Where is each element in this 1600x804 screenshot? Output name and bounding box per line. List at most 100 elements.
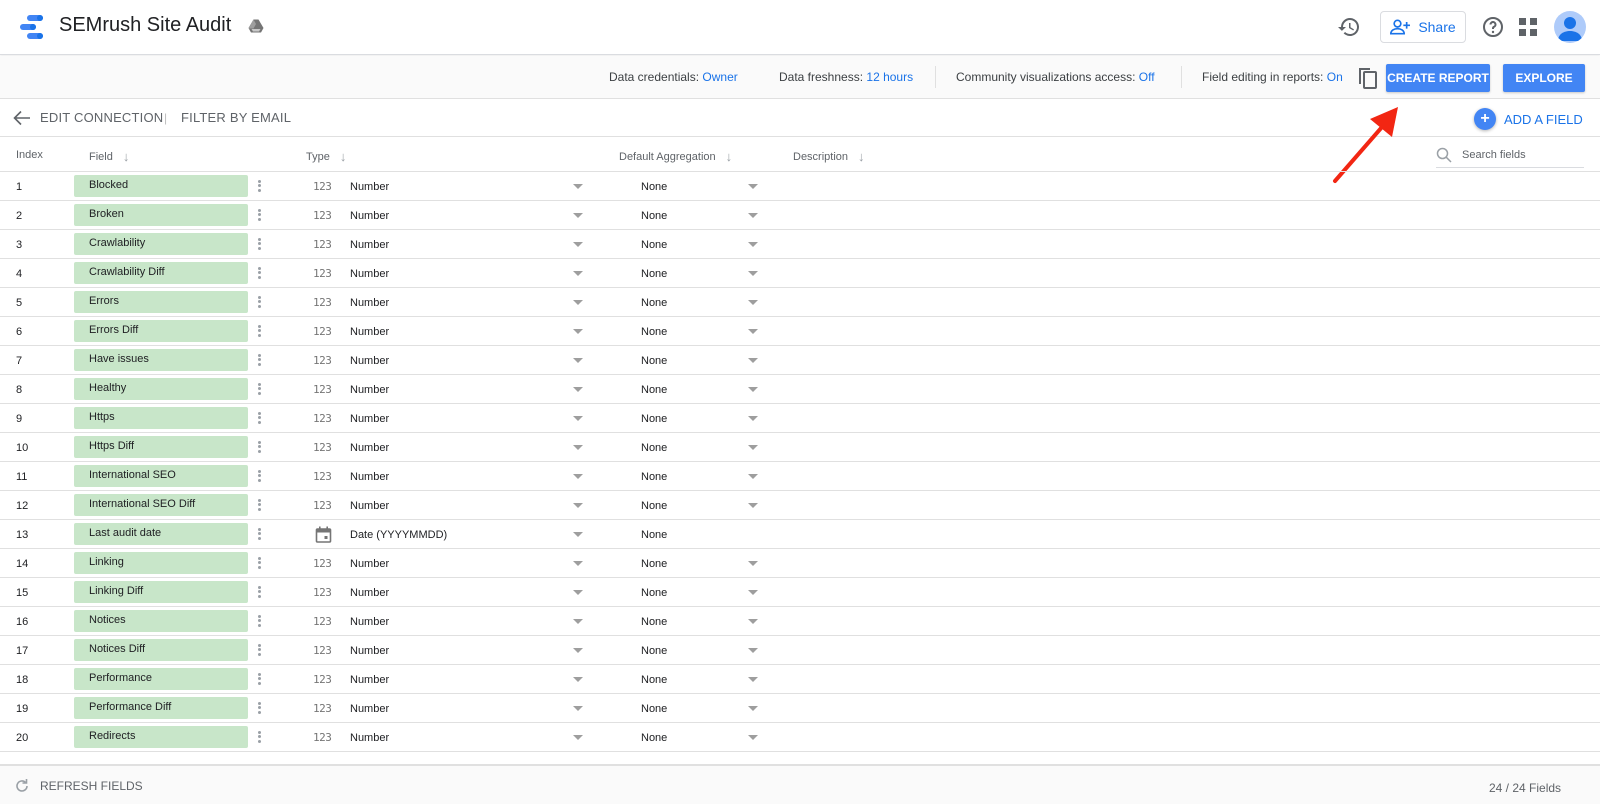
type-dropdown-caret-icon[interactable] <box>573 300 583 305</box>
aggregation-dropdown-caret-icon[interactable] <box>748 242 758 247</box>
column-header-type[interactable]: Type ↓ <box>306 149 346 164</box>
field-editing-value[interactable]: On <box>1327 70 1343 84</box>
aggregation-dropdown-caret-icon[interactable] <box>748 619 758 624</box>
field-name-chip[interactable]: Last audit date <box>74 523 248 545</box>
copy-icon[interactable] <box>1356 66 1378 90</box>
more-options-icon[interactable] <box>256 497 262 513</box>
aggregation-dropdown-caret-icon[interactable] <box>748 648 758 653</box>
create-report-button[interactable]: CREATE REPORT <box>1386 64 1490 92</box>
type-dropdown-caret-icon[interactable] <box>573 648 583 653</box>
type-dropdown-caret-icon[interactable] <box>573 677 583 682</box>
field-name-chip[interactable]: International SEO Diff <box>74 494 248 516</box>
help-icon[interactable] <box>1481 15 1505 39</box>
version-history-icon[interactable] <box>1337 15 1361 39</box>
more-options-icon[interactable] <box>256 207 262 223</box>
field-name-chip[interactable]: Notices <box>74 610 248 632</box>
field-name-chip[interactable]: Performance Diff <box>74 697 248 719</box>
field-name-chip[interactable]: Errors <box>74 291 248 313</box>
field-name-chip[interactable]: International SEO <box>74 465 248 487</box>
data-credentials-value[interactable]: Owner <box>702 70 737 84</box>
more-options-icon[interactable] <box>256 729 262 745</box>
aggregation-dropdown-caret-icon[interactable] <box>748 735 758 740</box>
explore-button[interactable]: EXPLORE <box>1503 64 1585 92</box>
edit-connection-link[interactable]: EDIT CONNECTION <box>40 110 163 125</box>
more-options-icon[interactable] <box>256 381 262 397</box>
app-title[interactable]: SEMrush Site Audit <box>59 14 231 37</box>
more-options-icon[interactable] <box>256 236 262 252</box>
field-name-chip[interactable]: Redirects <box>74 726 248 748</box>
sort-arrow-icon[interactable]: ↓ <box>123 149 130 164</box>
more-options-icon[interactable] <box>256 323 262 339</box>
sort-arrow-icon[interactable]: ↓ <box>726 149 733 164</box>
field-name-chip[interactable]: Linking Diff <box>74 581 248 603</box>
aggregation-dropdown-caret-icon[interactable] <box>748 677 758 682</box>
aggregation-dropdown-caret-icon[interactable] <box>748 358 758 363</box>
type-dropdown-caret-icon[interactable] <box>573 619 583 624</box>
google-drive-icon[interactable] <box>248 18 264 34</box>
more-options-icon[interactable] <box>256 584 262 600</box>
search-fields-input[interactable] <box>1462 148 1572 161</box>
more-options-icon[interactable] <box>256 410 262 426</box>
field-name-chip[interactable]: Errors Diff <box>74 320 248 342</box>
more-options-icon[interactable] <box>256 700 262 716</box>
type-dropdown-caret-icon[interactable] <box>573 242 583 247</box>
type-dropdown-caret-icon[interactable] <box>573 590 583 595</box>
type-dropdown-caret-icon[interactable] <box>573 184 583 189</box>
add-field-button[interactable]: + ADD A FIELD <box>1474 108 1583 130</box>
aggregation-dropdown-caret-icon[interactable] <box>748 184 758 189</box>
aggregation-dropdown-caret-icon[interactable] <box>748 474 758 479</box>
field-name-chip[interactable]: Linking <box>74 552 248 574</box>
aggregation-dropdown-caret-icon[interactable] <box>748 445 758 450</box>
data-freshness-value[interactable]: 12 hours <box>866 70 913 84</box>
field-name-chip[interactable]: Notices Diff <box>74 639 248 661</box>
aggregation-dropdown-caret-icon[interactable] <box>748 387 758 392</box>
type-dropdown-caret-icon[interactable] <box>573 445 583 450</box>
aggregation-dropdown-caret-icon[interactable] <box>748 503 758 508</box>
field-name-chip[interactable]: Crawlability Diff <box>74 262 248 284</box>
field-name-chip[interactable]: Healthy <box>74 378 248 400</box>
sort-arrow-icon[interactable]: ↓ <box>340 149 347 164</box>
back-arrow-icon[interactable] <box>13 110 31 126</box>
type-dropdown-caret-icon[interactable] <box>573 213 583 218</box>
type-dropdown-caret-icon[interactable] <box>573 271 583 276</box>
aggregation-dropdown-caret-icon[interactable] <box>748 561 758 566</box>
column-header-description[interactable]: Description ↓ <box>793 149 865 164</box>
type-dropdown-caret-icon[interactable] <box>573 706 583 711</box>
field-name-chip[interactable]: Crawlability <box>74 233 248 255</box>
user-avatar[interactable] <box>1554 11 1586 43</box>
aggregation-dropdown-caret-icon[interactable] <box>748 213 758 218</box>
more-options-icon[interactable] <box>256 555 262 571</box>
more-options-icon[interactable] <box>256 642 262 658</box>
type-dropdown-caret-icon[interactable] <box>573 329 583 334</box>
type-dropdown-caret-icon[interactable] <box>573 503 583 508</box>
more-options-icon[interactable] <box>256 178 262 194</box>
column-header-aggregation[interactable]: Default Aggregation ↓ <box>619 149 732 164</box>
column-header-field[interactable]: Field ↓ <box>89 149 129 164</box>
aggregation-dropdown-caret-icon[interactable] <box>748 300 758 305</box>
aggregation-dropdown-caret-icon[interactable] <box>748 329 758 334</box>
more-options-icon[interactable] <box>256 265 262 281</box>
type-dropdown-caret-icon[interactable] <box>573 387 583 392</box>
field-name-chip[interactable]: Have issues <box>74 349 248 371</box>
more-options-icon[interactable] <box>256 613 262 629</box>
type-dropdown-caret-icon[interactable] <box>573 474 583 479</box>
sort-arrow-icon[interactable]: ↓ <box>858 149 865 164</box>
more-options-icon[interactable] <box>256 439 262 455</box>
aggregation-dropdown-caret-icon[interactable] <box>748 706 758 711</box>
aggregation-dropdown-caret-icon[interactable] <box>748 590 758 595</box>
field-name-chip[interactable]: Performance <box>74 668 248 690</box>
field-name-chip[interactable]: Blocked <box>74 175 248 197</box>
aggregation-dropdown-caret-icon[interactable] <box>748 416 758 421</box>
type-dropdown-caret-icon[interactable] <box>573 532 583 537</box>
type-dropdown-caret-icon[interactable] <box>573 561 583 566</box>
more-options-icon[interactable] <box>256 352 262 368</box>
type-dropdown-caret-icon[interactable] <box>573 416 583 421</box>
type-dropdown-caret-icon[interactable] <box>573 735 583 740</box>
more-options-icon[interactable] <box>256 468 262 484</box>
community-visualizations-value[interactable]: Off <box>1139 70 1155 84</box>
refresh-fields-button[interactable]: REFRESH FIELDS <box>14 778 143 794</box>
field-name-chip[interactable]: Https <box>74 407 248 429</box>
type-dropdown-caret-icon[interactable] <box>573 358 583 363</box>
aggregation-dropdown-caret-icon[interactable] <box>748 271 758 276</box>
more-options-icon[interactable] <box>256 526 262 542</box>
